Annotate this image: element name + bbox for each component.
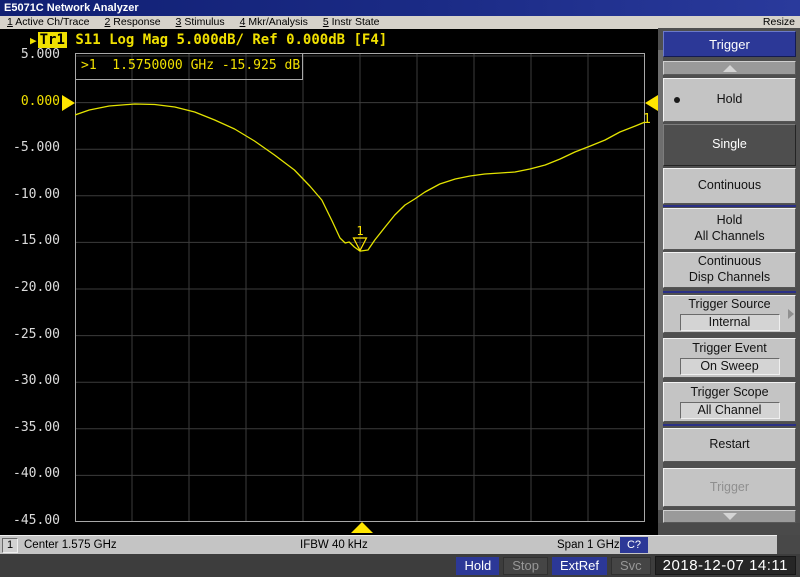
graph-plot: 1	[75, 53, 645, 522]
softkey-continuous[interactable]: Continuous	[663, 168, 796, 204]
span-label: Span 1 GHz	[557, 538, 620, 553]
submenu-arrow-icon	[788, 309, 794, 319]
trace-settings-text: S11 Log Mag 5.000dB/ Ref 0.000dB [F4]	[67, 32, 387, 48]
softkey-hold-all-channels[interactable]: Hold All Channels	[663, 208, 796, 250]
menu-accel: 1	[7, 16, 13, 28]
trigger-status-badge: Hold	[456, 557, 499, 575]
menu-accel: 5	[323, 16, 329, 28]
softkey-label: Hold	[717, 213, 743, 229]
extref-indicator: ExtRef	[552, 557, 607, 575]
corner-filler	[777, 535, 800, 554]
ifbw-label: IFBW 40 kHz	[300, 538, 368, 553]
marker-number-label: 1	[356, 224, 363, 238]
y-axis-label: -15.00	[0, 233, 60, 249]
softkey-label-line2: Disp Channels	[689, 270, 770, 286]
y-axis-label-reference: 0.000	[0, 94, 60, 110]
softkey-label: Single	[712, 137, 747, 153]
trace-id-chip: Tr1	[38, 32, 67, 48]
trace-header[interactable]: ▶ Tr1 S11 Log Mag 5.000dB/ Ref 0.000dB […	[30, 31, 387, 49]
softkey-label: Trigger Scope	[690, 385, 768, 401]
y-axis-label: 5.000	[0, 47, 60, 63]
y-axis-label: -5.000	[0, 140, 60, 156]
y-axis-label: -40.00	[0, 466, 60, 482]
ref-level-indicator-right	[645, 95, 658, 111]
softkey-trigger-event[interactable]: Trigger Event On Sweep	[663, 338, 796, 378]
menu-item-stimulus[interactable]: 3 Stimulus	[176, 16, 225, 29]
softkey-scroll-up[interactable]	[663, 61, 796, 75]
title-bar: E5071C Network Analyzer	[0, 0, 800, 16]
softkey-label: Hold	[717, 92, 743, 108]
instrument-status-bar: Hold Stop ExtRef Svc 2018-12-07 14:11	[0, 554, 800, 577]
y-axis-label: -20.00	[0, 280, 60, 296]
marker-readout: >1 1.5750000 GHz -15.925 dB	[75, 53, 303, 80]
softkey-trigger-source[interactable]: Trigger Source Internal	[663, 295, 796, 333]
center-frequency-label: Center 1.575 GHz	[24, 538, 117, 553]
menu-item-instr-state[interactable]: 5 Instr State	[323, 16, 380, 29]
softkey-value: All Channel	[680, 402, 780, 420]
y-axis-label: -35.00	[0, 420, 60, 436]
softkey-label-line2: All Channels	[694, 229, 764, 245]
softkey-label: Continuous	[698, 178, 761, 194]
softkey-hold[interactable]: Hold	[663, 78, 796, 122]
active-trace-arrow-icon: ▶	[30, 34, 37, 47]
softkey-restart[interactable]: Restart	[663, 428, 796, 462]
softkey-single[interactable]: Single	[663, 124, 796, 166]
y-axis-label: -25.00	[0, 327, 60, 343]
softkey-label: Restart	[709, 437, 749, 453]
softkey-label: Trigger	[710, 480, 749, 496]
softkey-trigger-scope[interactable]: Trigger Scope All Channel	[663, 382, 796, 422]
softkey-sidebar: Trigger Hold Single Continuous Hold All …	[658, 28, 800, 554]
softkey-label: Trigger Event	[692, 341, 767, 357]
scroll-up-icon	[723, 65, 737, 72]
scroll-down-icon	[723, 513, 737, 520]
channel-status-bar: 1 Center 1.575 GHz IFBW 40 kHz Span 1 GH…	[0, 535, 777, 554]
menu-label: Mkr/Analysis	[248, 16, 308, 28]
softkey-label: Continuous	[698, 254, 761, 270]
y-axis-label: -10.00	[0, 187, 60, 203]
menu-label: Stimulus	[184, 16, 224, 28]
analyzer-screen: E5071C Network Analyzer 1 Active Ch/Trac…	[0, 0, 800, 577]
menu-accel: 2	[105, 16, 111, 28]
softkey-scroll-down[interactable]	[663, 510, 796, 523]
softkey-menu-title: Trigger	[663, 31, 796, 57]
softkey-group-divider	[663, 424, 796, 426]
softkey-continuous-disp-channels[interactable]: Continuous Disp Channels	[663, 252, 796, 288]
softkey-value: Internal	[680, 314, 780, 332]
menu-item-response[interactable]: 2 Response	[105, 16, 161, 29]
softkey-value: On Sweep	[680, 358, 780, 376]
y-axis-label: -30.00	[0, 373, 60, 389]
softkey-label: Trigger Source	[688, 297, 770, 313]
softkey-group-divider	[663, 291, 796, 293]
marker-stimulus-indicator[interactable]	[351, 522, 373, 533]
y-axis-label: -45.00	[0, 513, 60, 529]
stop-indicator: Stop	[503, 557, 548, 575]
menu-accel: 4	[240, 16, 246, 28]
menu-label: Instr State	[332, 16, 380, 28]
datetime-display: 2018-12-07 14:11	[655, 556, 796, 575]
ref-level-indicator-left[interactable]	[62, 95, 75, 111]
svc-indicator: Svc	[611, 557, 651, 575]
softkey-trigger-disabled: Trigger	[663, 468, 796, 507]
channel-number-box: 1	[2, 538, 18, 553]
menu-item-mkr-analysis[interactable]: 4 Mkr/Analysis	[240, 16, 308, 29]
window-title: E5071C Network Analyzer	[4, 2, 139, 14]
trace-number-label: 1	[643, 112, 651, 127]
menu-label: Response	[113, 16, 160, 28]
radio-selected-icon	[674, 97, 680, 103]
menu-label: Active Ch/Trace	[15, 16, 89, 28]
menu-item-active-ch-trace[interactable]: 1 Active Ch/Trace	[7, 16, 90, 29]
softkey-group-divider	[663, 205, 796, 207]
menu-accel: 3	[176, 16, 182, 28]
correction-status-badge: C?	[620, 537, 648, 553]
